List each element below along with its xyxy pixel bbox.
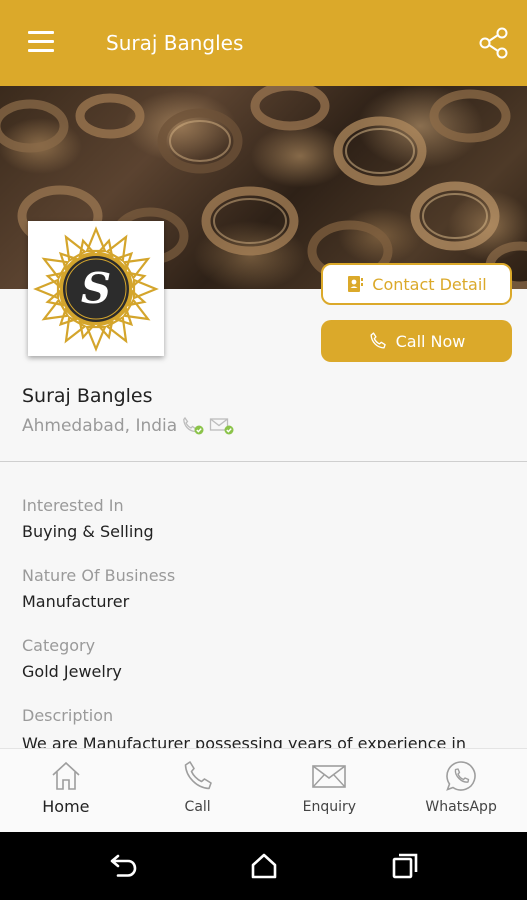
phone-icon	[370, 332, 386, 349]
nav-enquiry[interactable]: Enquiry	[264, 749, 396, 832]
interested-in-value: Buying & Selling	[22, 522, 154, 541]
app-bar-title: Suraj Bangles	[106, 31, 244, 55]
whatsapp-icon	[446, 761, 476, 791]
interested-in-label: Interested In	[22, 496, 124, 515]
email-verified-icon	[210, 418, 234, 435]
business-name: Suraj Bangles	[22, 385, 153, 407]
section-divider	[0, 461, 527, 462]
home-icon	[52, 761, 80, 790]
mail-icon	[312, 765, 347, 788]
nav-call[interactable]: Call	[132, 749, 264, 832]
location-text: Ahmedabad, India	[22, 416, 178, 436]
call-now-button[interactable]: Call Now	[321, 320, 512, 362]
contact-detail-button[interactable]: Contact Detail	[321, 263, 512, 305]
nature-of-business-value: Manufacturer	[22, 592, 130, 611]
description-label: Description	[22, 706, 114, 725]
svg-text:S: S	[81, 264, 111, 313]
phone-verified-icon	[183, 416, 204, 435]
system-navigation-bar	[0, 832, 527, 900]
contact-card-icon	[348, 276, 364, 292]
back-icon[interactable]	[108, 852, 138, 880]
nav-home-label: Home	[42, 797, 90, 816]
nav-call-label: Call	[184, 799, 211, 815]
category-label: Category	[22, 636, 96, 655]
business-logo: S	[28, 221, 164, 356]
share-icon[interactable]	[477, 26, 511, 60]
recents-icon[interactable]	[390, 852, 420, 880]
call-now-label: Call Now	[395, 331, 466, 351]
hamburger-menu-icon[interactable]	[22, 31, 60, 57]
nav-home[interactable]: Home	[0, 749, 132, 832]
phone-icon	[184, 761, 212, 790]
nature-of-business-label: Nature Of Business	[22, 566, 176, 585]
category-value: Gold Jewelry	[22, 662, 122, 681]
sun-logo-icon: S	[33, 226, 159, 352]
bottom-navigation: Home Call Enquiry WhatsApp	[0, 748, 527, 832]
business-location: Ahmedabad, India	[22, 416, 235, 436]
contact-detail-label: Contact Detail	[372, 274, 487, 294]
nav-whatsapp[interactable]: WhatsApp	[395, 749, 527, 832]
nav-whatsapp-label: WhatsApp	[425, 799, 497, 815]
app-bar: Suraj Bangles	[0, 0, 527, 86]
home-circle-icon[interactable]	[249, 852, 279, 880]
nav-enquiry-label: Enquiry	[302, 799, 357, 815]
